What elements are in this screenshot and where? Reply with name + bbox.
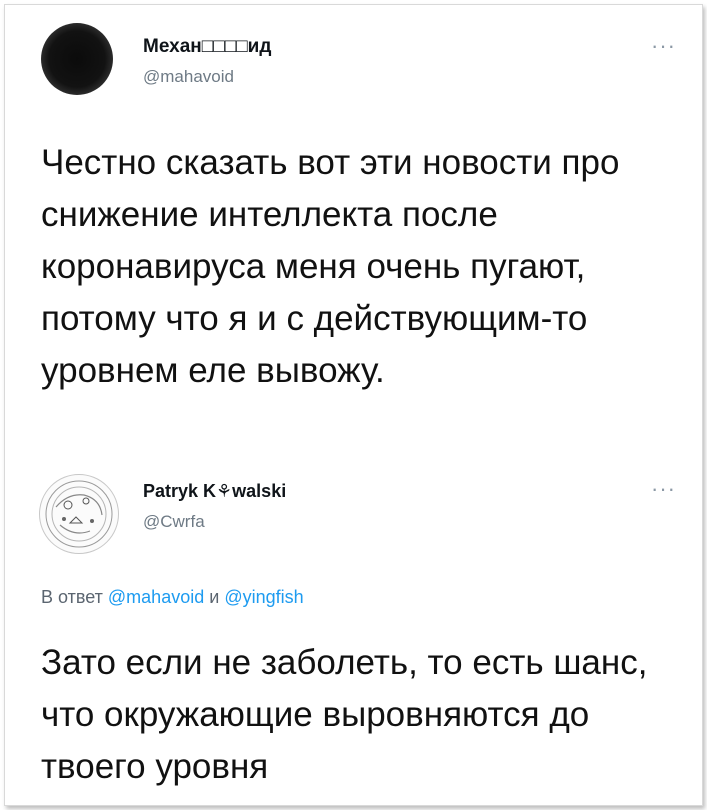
screenshot-frame: Механ□□□□ид @mahavoid ··· Честно сказать…	[4, 4, 703, 806]
more-horizontal-icon[interactable]: ···	[651, 35, 676, 57]
reply-context: В ответ @mahavoid и @yingfish	[41, 587, 304, 608]
reply-mention-mahavoid[interactable]: @mahavoid	[108, 587, 204, 607]
reply-prefix: В ответ	[41, 587, 103, 607]
author-name[interactable]: Механ□□□□ид	[143, 36, 271, 58]
reply-and: и	[209, 587, 220, 607]
author-handle[interactable]: @mahavoid	[143, 67, 234, 87]
tweet-text: Зато если не заболеть, то есть шанс, что…	[41, 643, 648, 786]
more-horizontal-icon[interactable]: ···	[651, 478, 676, 500]
author-name[interactable]: Patryk K⚘walski	[143, 481, 286, 502]
avatar-cwrfa[interactable]	[39, 474, 119, 554]
avatar-doodle-icon	[45, 480, 113, 548]
avatar-mahavoid[interactable]	[41, 23, 113, 95]
tweet-text: Честно сказать вот эти новости про сниже…	[41, 143, 620, 390]
author-handle[interactable]: @Cwrfa	[143, 512, 205, 532]
reply-mention-yingfish[interactable]: @yingfish	[224, 587, 303, 607]
